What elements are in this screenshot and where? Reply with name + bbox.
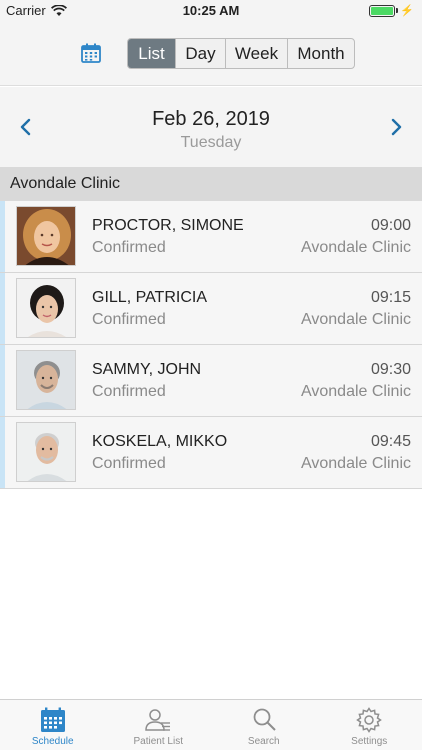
gear-icon (356, 707, 383, 733)
view-toolbar: List Day Week Month (0, 22, 422, 86)
appointment-row[interactable]: KOSKELA, MIKKO Confirmed 09:45 Avondale … (0, 417, 422, 489)
tab-patient-list[interactable]: Patient List (106, 700, 212, 750)
tab-bar: Schedule Patient List Search Settings (0, 699, 422, 750)
appointment-location: Avondale Clinic (301, 455, 411, 472)
status-bar: Carrier 10:25 AM ⚡ (0, 0, 422, 22)
patient-name: GILL, PATRICIA (92, 289, 207, 306)
appointment-time: 09:00 (370, 217, 411, 234)
patient-list-icon (145, 709, 171, 731)
appointment-location: Avondale Clinic (301, 239, 411, 256)
calendar-button[interactable] (80, 42, 102, 64)
battery-fill (371, 6, 394, 15)
tab-label: Schedule (31, 736, 74, 747)
patient-photo (16, 206, 76, 266)
patient-photo (16, 422, 76, 482)
appointment-status: Confirmed (92, 311, 166, 328)
appointment-list: PROCTOR, SIMONE Confirmed 09:00 Avondale… (0, 201, 422, 489)
tab-settings[interactable]: Settings (317, 700, 422, 750)
tab-label: Patient List (133, 736, 183, 747)
tab-label: Search (247, 736, 280, 747)
next-day-button[interactable] (384, 115, 408, 139)
tab-search[interactable]: Search (211, 700, 317, 750)
patient-name: SAMMY, JOHN (92, 361, 202, 378)
selected-weekday: Tuesday (180, 134, 242, 151)
appointment-location: Avondale Clinic (301, 383, 411, 400)
battery-tip (396, 8, 399, 13)
clock: 10:25 AM (182, 3, 240, 18)
appointment-time: 09:30 (370, 361, 411, 378)
patient-photo (16, 278, 76, 338)
view-mode-selector: List Day Week Month (127, 38, 355, 69)
tab-schedule[interactable]: Schedule (0, 700, 106, 750)
charging-icon: ⚡ (400, 5, 414, 17)
section-header: Avondale Clinic (0, 167, 422, 201)
tab-label: Settings (351, 736, 388, 747)
patient-name: KOSKELA, MIKKO (92, 433, 228, 450)
segment-day[interactable]: Day (175, 39, 225, 68)
segment-list[interactable]: List (128, 39, 175, 68)
battery-icon (369, 4, 396, 17)
search-icon (253, 708, 276, 731)
patient-name: PROCTOR, SIMONE (92, 217, 244, 234)
appointment-status: Confirmed (92, 239, 166, 256)
calendar-icon (81, 43, 101, 63)
appointment-location: Avondale Clinic (301, 311, 411, 328)
date-navigator: Feb 26, 2019 Tuesday (0, 87, 422, 167)
patient-photo (16, 350, 76, 410)
segment-month[interactable]: Month (287, 39, 354, 68)
selected-date: Feb 26, 2019 (152, 108, 270, 130)
appointment-row[interactable]: GILL, PATRICIA Confirmed 09:15 Avondale … (0, 273, 422, 345)
battery-indicator: ⚡ (369, 4, 414, 17)
chevron-right-icon (391, 118, 402, 136)
appointment-row[interactable]: SAMMY, JOHN Confirmed 09:30 Avondale Cli… (0, 345, 422, 417)
appointment-status: Confirmed (92, 455, 166, 472)
appointment-status: Confirmed (92, 383, 166, 400)
appointment-row[interactable]: PROCTOR, SIMONE Confirmed 09:00 Avondale… (0, 201, 422, 273)
calendar-icon (40, 707, 65, 732)
segment-week[interactable]: Week (225, 39, 287, 68)
appointment-time: 09:45 (370, 433, 411, 450)
appointment-time: 09:15 (370, 289, 411, 306)
